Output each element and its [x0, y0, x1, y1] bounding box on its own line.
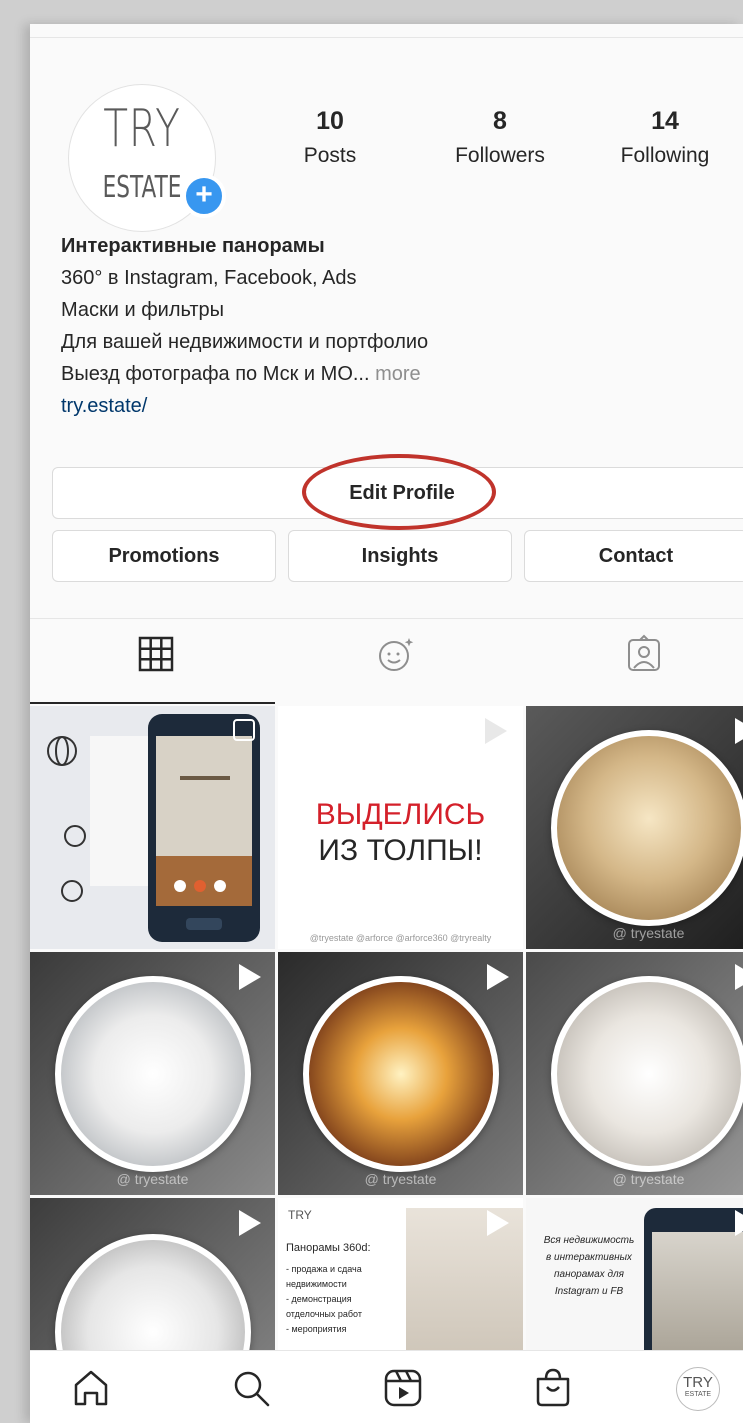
post-2-headline-2: ИЗ ТОЛПЫ! — [318, 834, 483, 867]
post-thumbnail-4[interactable]: @ tryestate — [30, 952, 275, 1195]
face-sparkle-icon[interactable] — [376, 634, 416, 674]
active-tab-indicator — [30, 702, 275, 704]
bio-line-3: Для вашей недвижимости и портфолио — [61, 331, 429, 353]
reels-icon[interactable] — [382, 1367, 424, 1409]
bio-website-link[interactable]: try.estate/ — [61, 390, 721, 422]
post-9-line: в интерактивных — [546, 1252, 632, 1263]
avatar-logo-line1: TRY — [103, 99, 181, 159]
post-9-line: Instagram и FB — [554, 1286, 624, 1297]
annotation-circle — [302, 454, 496, 530]
post-watermark: @ tryestate — [612, 925, 685, 941]
bottom-navigation: TRY ESTATE — [30, 1350, 743, 1423]
insights-button[interactable]: Insights — [288, 530, 512, 582]
tagged-person-icon[interactable] — [624, 634, 664, 674]
post-thumbnail-5[interactable]: @ tryestate — [278, 952, 523, 1195]
post-watermark: @ tryestate — [612, 1171, 685, 1187]
video-play-icon — [735, 718, 743, 744]
posts-label: Posts — [303, 144, 357, 167]
followers-stat[interactable]: 8 Followers — [435, 106, 565, 170]
following-count: 14 — [651, 107, 679, 135]
post-2-headline-1: ВЫДЕЛИСЬ — [315, 798, 486, 831]
post-thumbnail-6[interactable]: @ tryestate — [526, 952, 743, 1195]
posts-stat[interactable]: 10 Posts — [275, 106, 385, 170]
post-8-list: - продажа и сдача недвижимости - демонст… — [286, 1262, 362, 1337]
post-8-item: - продажа и сдача — [286, 1264, 362, 1274]
shop-icon[interactable] — [532, 1367, 574, 1409]
screenshot-frame: TRY ESTATE + 10 Posts 8 Followers 14 Fol… — [0, 0, 743, 1423]
post-9-line: панорамах для — [554, 1269, 624, 1280]
post-2-footer: @tryestate @arforce @arforce360 @tryreal… — [309, 933, 492, 943]
panorama-globe — [303, 976, 499, 1172]
post-8-item: недвижимости — [286, 1279, 347, 1289]
post-8-item: - мероприятия — [286, 1324, 347, 1334]
nav-avatar-line2: ESTATE — [684, 1391, 712, 1398]
video-play-icon — [487, 1210, 509, 1236]
post-8-title: Панорамы 360d: — [286, 1242, 371, 1254]
search-icon[interactable] — [230, 1367, 272, 1409]
bio-line-4-wrap: Выезд фотографа по Мск и МО... more — [61, 358, 721, 390]
following-stat[interactable]: 14 Following — [605, 106, 725, 170]
bio-line-1: 360° в Instagram, Facebook, Ads — [61, 267, 357, 289]
post-9-caption: Вся недвижимость в интерактивных панорам… — [534, 1232, 644, 1300]
panorama-globe — [551, 730, 743, 926]
promotions-button[interactable]: Promotions — [52, 530, 276, 582]
profile-display-name: Интерактивные панорамы — [61, 235, 325, 257]
contact-button[interactable]: Contact — [524, 530, 743, 582]
following-label: Following — [620, 144, 710, 167]
post-thumbnail-3[interactable]: @ tryestate — [526, 706, 743, 949]
post-watermark: @ tryestate — [116, 1171, 189, 1187]
bio-line-2: Маски и фильтры — [61, 299, 225, 321]
video-play-icon — [485, 718, 507, 744]
tabs-divider — [30, 618, 743, 619]
post-9-line: Вся недвижимость — [543, 1235, 635, 1246]
post-8-brand: TRY — [288, 1208, 312, 1222]
add-story-plus-icon[interactable]: + — [182, 174, 226, 218]
app-screen: TRY ESTATE + 10 Posts 8 Followers 14 Fol… — [30, 24, 743, 1423]
post-1-artwork — [30, 706, 275, 949]
video-play-icon — [487, 964, 509, 990]
panorama-globe — [551, 976, 743, 1172]
nav-avatar-line1: TRY — [683, 1374, 713, 1391]
post-thumbnail-1[interactable] — [30, 706, 275, 949]
panorama-globe — [55, 976, 251, 1172]
post-8-item: отделочных работ — [286, 1309, 362, 1319]
post-thumbnail-2[interactable]: ВЫДЕЛИСЬ ИЗ ТОЛПЫ! @tryestate @arforce @… — [278, 706, 523, 949]
post-watermark: @ tryestate — [364, 1171, 437, 1187]
posts-count: 10 — [316, 107, 344, 135]
video-play-icon — [239, 1210, 261, 1236]
video-play-icon — [735, 964, 743, 990]
avatar-logo-line2: ESTATE — [102, 170, 182, 205]
followers-label: Followers — [455, 144, 545, 167]
bio-line-4: Выезд фотографа по Мск и МО... — [61, 363, 370, 385]
home-icon[interactable] — [70, 1367, 112, 1409]
profile-bio: Интерактивные панорамы 360° в Instagram,… — [61, 230, 721, 422]
header-divider — [30, 37, 743, 38]
video-play-icon — [239, 964, 261, 990]
post-8-item: - демонстрация — [286, 1294, 352, 1304]
video-play-icon — [735, 1210, 743, 1236]
profile-avatar[interactable]: TRY ESTATE — [676, 1367, 720, 1411]
bio-more-link[interactable]: more — [370, 363, 421, 385]
grid-icon[interactable] — [136, 634, 176, 674]
followers-count: 8 — [493, 107, 507, 135]
